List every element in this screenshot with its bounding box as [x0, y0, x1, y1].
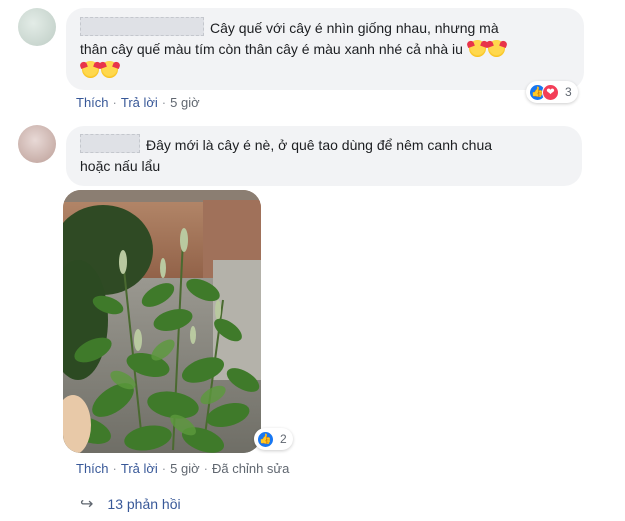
- reaction-count: 2: [280, 432, 287, 446]
- comment-actions: Thích · Trả lời · 5 giờ · Đã chỉnh sửa: [76, 461, 290, 476]
- comment-text-line: Đây mới là cây é nè, ở quê tao dùng để n…: [80, 134, 568, 156]
- smiling-face-with-hearts-icon: [101, 61, 118, 78]
- reaction-summary[interactable]: 👍 ❤ 3: [526, 81, 578, 103]
- like-icon: 👍: [257, 430, 274, 448]
- edited-label[interactable]: Đã chỉnh sửa: [212, 461, 289, 476]
- comment-text-line: thân cây quế màu tím còn thân cây é màu …: [80, 39, 570, 60]
- love-icon: ❤: [542, 83, 559, 101]
- reaction-count: 3: [565, 85, 572, 99]
- view-replies-link[interactable]: ↪ 13 phản hồi: [80, 494, 181, 514]
- smiling-face-with-hearts-icon: [82, 61, 99, 78]
- avatar[interactable]: [18, 125, 56, 163]
- comment-actions: Thích · Trả lời · 5 giờ: [76, 95, 200, 110]
- attached-photo[interactable]: [63, 190, 261, 453]
- like-link[interactable]: Thích: [76, 95, 109, 110]
- comment-text-line: Cây quế với cây é nhìn giống nhau, nhưng…: [80, 17, 570, 39]
- comment-bubble: Cây quế với cây é nhìn giống nhau, nhưng…: [66, 8, 584, 90]
- like-link[interactable]: Thích: [76, 461, 109, 476]
- timestamp[interactable]: 5 giờ: [170, 461, 200, 476]
- comment-text: hoặc nấu lẩu: [80, 158, 161, 174]
- smiling-face-with-hearts-icon: [487, 40, 505, 57]
- reply-link[interactable]: Trả lời: [121, 461, 158, 476]
- comment-text: Đây mới là cây é nè, ở quê tao dùng để n…: [146, 137, 493, 153]
- avatar[interactable]: [18, 8, 56, 46]
- smiling-face-with-hearts-icon: [468, 40, 486, 57]
- comment-text-line: [80, 60, 570, 81]
- redacted-author-name[interactable]: [80, 17, 204, 36]
- redacted-author-name[interactable]: [80, 134, 140, 153]
- comment-text-line: hoặc nấu lẩu: [80, 156, 568, 177]
- basil-plant-photo: [63, 190, 261, 453]
- comment-text: thân cây quế màu tím còn thân cây é màu …: [80, 41, 463, 57]
- reply-link[interactable]: Trả lời: [121, 95, 158, 110]
- timestamp[interactable]: 5 giờ: [170, 95, 200, 110]
- replies-count: 13 phản hồi: [107, 496, 181, 512]
- reaction-summary[interactable]: 👍 2: [254, 428, 293, 450]
- reply-arrow-icon: ↪: [80, 496, 94, 513]
- comment-text: Cây quế với cây é nhìn giống nhau, nhưng…: [210, 20, 499, 36]
- comment-bubble: Đây mới là cây é nè, ở quê tao dùng để n…: [66, 126, 582, 186]
